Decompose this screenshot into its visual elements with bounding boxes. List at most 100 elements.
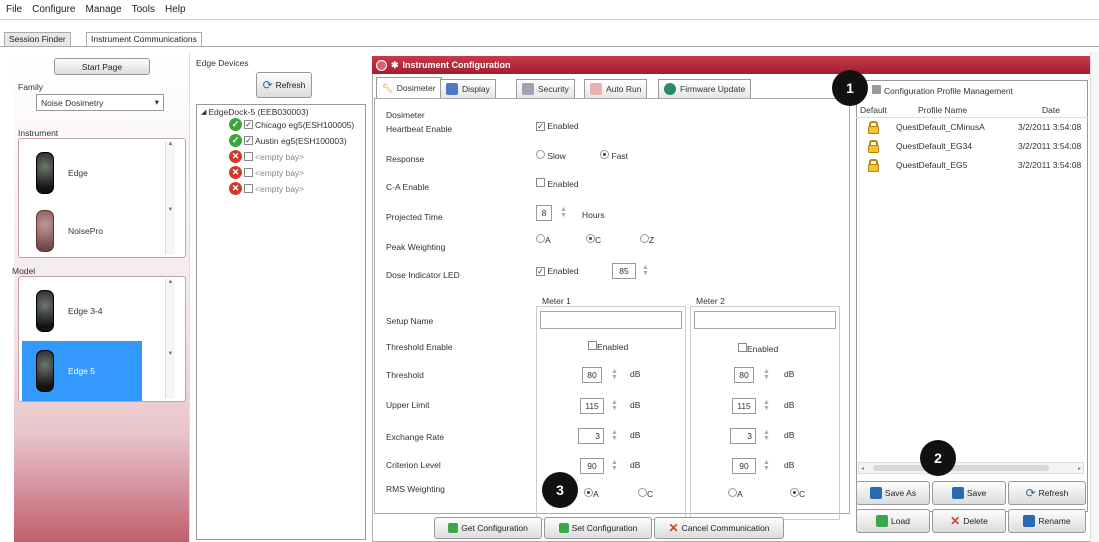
meter2-upper-limit-input[interactable]: 115 (732, 398, 756, 414)
delete-button[interactable]: ✕ Delete (932, 509, 1006, 533)
bay-checkbox[interactable]: ✓ (244, 120, 253, 129)
meter1-rms-a-radio[interactable]: A (584, 488, 599, 499)
meter1-label: Meter 1 (542, 296, 571, 306)
spinner-arrows-icon[interactable]: ▲ ▼ (611, 399, 618, 412)
window-close-icon[interactable] (376, 59, 387, 71)
instrument-scrollbar[interactable]: ▲ ▼ (165, 141, 175, 255)
meter1-criterion-input[interactable]: 90 (580, 458, 604, 474)
set-configuration-button[interactable]: Set Configuration (544, 517, 652, 539)
meter1-setup-name-input[interactable] (540, 311, 682, 329)
menu-configure[interactable]: Configure (32, 4, 75, 15)
bay-item[interactable]: ✓ ✓ Austin eg5(ESH100003) (229, 134, 347, 147)
col-default[interactable]: Default (860, 105, 887, 115)
tab-instrument-communications[interactable]: Instrument Communications (86, 32, 202, 47)
tab-security[interactable]: Security (516, 79, 575, 98)
meter2-threshold-input[interactable]: 80 (734, 367, 754, 383)
col-profile-name[interactable]: Profile Name (918, 105, 967, 115)
peak-z-radio[interactable]: Z (640, 234, 654, 245)
refresh-profiles-button[interactable]: ⟳ Refresh (1008, 481, 1086, 505)
meter1-threshold-input[interactable]: 80 (582, 367, 602, 383)
instrument-item-edge[interactable]: Edge (22, 143, 142, 203)
bay-checkbox[interactable] (244, 184, 253, 193)
dose-label: Dose Indicator LED (386, 270, 460, 280)
save-icon (951, 487, 964, 499)
peak-c-radio[interactable]: C (586, 234, 601, 245)
model-item-edge-3-4[interactable]: Edge 3-4 (22, 281, 142, 341)
window-scrollbar[interactable] (1090, 52, 1099, 542)
projected-time-input[interactable]: 8 (536, 205, 552, 221)
menu-tools[interactable]: Tools (132, 4, 155, 15)
meter1-threshold-enable-checkbox[interactable]: Enabled (588, 341, 628, 352)
gear-icon: ✱ (391, 59, 399, 70)
config-title: Instrument Configuration (402, 60, 511, 70)
dock-node[interactable]: ◢ EdgeDock-5 (EEB030003) (201, 107, 309, 117)
meter2-rms-c-radio[interactable]: C (790, 488, 805, 499)
scroll-thumb[interactable] (873, 465, 1049, 471)
dose-level-input[interactable]: 85 (612, 263, 636, 279)
meter2-threshold-enable-checkbox[interactable]: Enabled (738, 343, 778, 354)
criterion-level-label: Criterion Level (386, 460, 441, 470)
profile-row[interactable]: QuestDefault_EG34 3/2/2011 3:54:08 (856, 139, 1088, 153)
meter1-rms-c-radio[interactable]: C (638, 488, 653, 499)
tab-dosimeter[interactable]: 🔧︎ Dosimeter (376, 77, 442, 98)
meter2-criterion-input[interactable]: 90 (732, 458, 756, 474)
spinner-arrows-icon[interactable]: ▲ ▼ (642, 264, 649, 277)
bay-checkbox[interactable] (244, 168, 253, 177)
meter1-exchange-rate-input[interactable]: 3 (578, 428, 604, 444)
meter1-upper-limit-input[interactable]: 115 (580, 398, 604, 414)
instrument-item-noisepro[interactable]: NoisePro (22, 201, 142, 261)
heartbeat-checkbox[interactable]: ✓ Enabled (536, 121, 579, 131)
spinner-arrows-icon[interactable]: ▲ ▼ (763, 429, 770, 442)
model-item-edge-5[interactable]: Edge 5 (22, 341, 142, 401)
dose-checkbox[interactable]: ✓ Enabled (536, 266, 579, 276)
meter2-exchange-rate-input[interactable]: 3 (730, 428, 756, 444)
menu-file[interactable]: File (6, 4, 22, 15)
meter2-rms-a-radio[interactable]: A (728, 488, 743, 499)
radio-circle (790, 488, 799, 497)
bay-item[interactable]: ✓ ✓ Chicago eg5(ESH100005) (229, 118, 354, 131)
get-configuration-button[interactable]: Get Configuration (434, 517, 542, 539)
tab-auto-run[interactable]: Auto Run (584, 79, 648, 98)
lock-icon (868, 140, 879, 153)
tab-display[interactable]: Display (440, 79, 496, 98)
load-button[interactable]: Load (856, 509, 930, 533)
collapse-icon[interactable]: ◢ (201, 108, 206, 116)
profile-row[interactable]: QuestDefault_CMinusA 3/2/2011 3:54:08 (856, 120, 1088, 134)
response-fast-radio[interactable]: Fast (600, 150, 628, 161)
peak-a-radio[interactable]: A (536, 234, 551, 245)
spinner-arrows-icon[interactable]: ▲ ▼ (763, 399, 770, 412)
profile-hscrollbar[interactable]: ◂ ▸ (858, 462, 1084, 474)
radio-circle (640, 234, 649, 243)
spinner-arrows-icon[interactable]: ▲ ▼ (611, 429, 618, 442)
spinner-arrows-icon[interactable]: ▲ ▼ (763, 459, 770, 472)
edge-refresh-button[interactable]: ⟳ Refresh (256, 72, 312, 98)
model-scrollbar[interactable]: ▲ ▼ (165, 279, 175, 399)
spinner-arrows-icon[interactable]: ▲ ▼ (763, 368, 770, 381)
chevron-down-icon: ▾ (154, 97, 159, 107)
spinner-arrows-icon[interactable]: ▲ ▼ (611, 368, 618, 381)
menu-help[interactable]: Help (165, 4, 186, 15)
save-button[interactable]: Save (932, 481, 1006, 505)
profile-row[interactable]: QuestDefault_EG5 3/2/2011 3:54:08 (856, 158, 1088, 172)
tab-session-finder[interactable]: Session Finder (4, 32, 71, 46)
tab-firmware-update[interactable]: Firmware Update (658, 79, 752, 98)
bay-checkbox[interactable] (244, 152, 253, 161)
family-select[interactable]: Noise Dosimetry ▾ (36, 94, 164, 111)
bay-item[interactable]: ✕ <empty bay> (229, 150, 304, 163)
spinner-arrows-icon[interactable]: ▲ ▼ (611, 459, 618, 472)
upper-limit-label: Upper Limit (386, 400, 430, 410)
spinner-arrows-icon[interactable]: ▲ ▼ (560, 206, 567, 219)
bay-item[interactable]: ✕ <empty bay> (229, 182, 304, 195)
start-page-button[interactable]: Start Page (54, 58, 150, 75)
bay-item[interactable]: ✕ <empty bay> (229, 166, 304, 179)
menu-manage[interactable]: Manage (85, 4, 121, 15)
response-slow-radio[interactable]: Slow (536, 150, 566, 161)
rename-button[interactable]: Rename (1008, 509, 1086, 533)
col-date[interactable]: Date (1042, 105, 1060, 115)
save-as-button[interactable]: Save As (856, 481, 930, 505)
radio-circle (600, 150, 609, 159)
meter2-setup-name-input[interactable] (694, 311, 836, 329)
ca-checkbox[interactable]: Enabled (536, 178, 579, 189)
bay-checkbox[interactable]: ✓ (244, 136, 253, 145)
cancel-communication-button[interactable]: ✕ Cancel Communication (654, 517, 784, 539)
